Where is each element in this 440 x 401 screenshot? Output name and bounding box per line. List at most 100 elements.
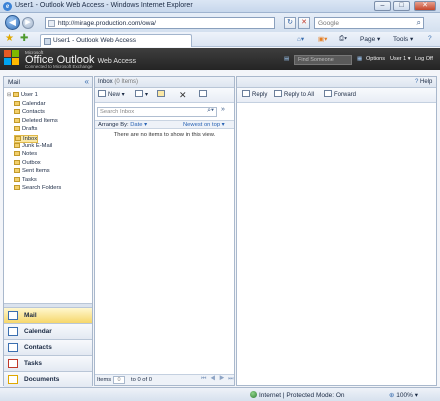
reading-header: ? Help <box>237 77 436 88</box>
title-bar: e User1 - Outlook Web Access - Windows I… <box>0 0 440 13</box>
product-suffix: Web Access <box>97 58 136 65</box>
folder-sent-items[interactable]: Sent Items <box>14 168 50 176</box>
print-button[interactable] <box>199 90 209 101</box>
folder-icon <box>14 109 20 115</box>
page-menu[interactable]: Page ▾ <box>360 35 380 43</box>
browser-tab[interactable]: User1 - Outlook Web Access <box>40 34 192 47</box>
reply-button-label: Reply <box>252 92 268 98</box>
folder-icon <box>14 117 20 123</box>
search-icon[interactable]: ⌕ <box>417 18 421 28</box>
feeds-icon[interactable]: ▣▾ <box>318 35 327 43</box>
help-icon: ? <box>415 79 419 85</box>
folder-search-folders[interactable]: Search Folders <box>14 185 61 193</box>
nav-tasks[interactable]: Tasks <box>4 355 92 371</box>
back-button[interactable]: ◀ <box>5 15 20 30</box>
print-icon[interactable]: ⎙▾ <box>339 35 347 43</box>
help-link[interactable]: ? Help <box>415 79 432 85</box>
stop-button[interactable]: ✕ <box>298 17 310 29</box>
arrange-by[interactable]: Arrange By: Date ▾ <box>98 122 147 128</box>
folder-icon <box>14 168 20 174</box>
folder-label: Tasks <box>22 176 37 183</box>
folder-notes[interactable]: Notes <box>14 151 37 159</box>
reply-all-button[interactable]: Reply to All <box>274 90 314 101</box>
nav-mail[interactable]: Mail <box>4 307 92 323</box>
address-book-icon[interactable]: ▤ <box>284 56 289 62</box>
refresh-button[interactable]: ↻ <box>284 17 296 29</box>
folder-label: Calendar <box>22 101 46 107</box>
options-icon[interactable]: ▦ <box>357 56 362 62</box>
pager-buttons[interactable]: ⏮ ◀ ▶ ⏭ <box>201 376 235 383</box>
address-field[interactable]: http://mirage.production.com/owa/ <box>45 17 275 29</box>
folder-inbox[interactable]: Inbox <box>14 134 39 143</box>
expand-icon[interactable]: ⊟ <box>7 92 11 98</box>
nav-label: Calendar <box>24 328 52 335</box>
expand-search-icon[interactable]: » <box>221 106 225 113</box>
folder-deleted-items[interactable]: Deleted Items <box>14 117 58 126</box>
reply-icon <box>242 90 250 97</box>
forward-button[interactable]: ▶ <box>22 17 34 29</box>
search-field[interactable]: Google ⌕ <box>314 17 424 29</box>
tab-label: User1 - Outlook Web Access <box>53 37 136 44</box>
zoom-level[interactable]: ⊕ 100% ▾ <box>389 391 418 399</box>
calendar-icon <box>8 327 18 336</box>
nav-calendar[interactable]: Calendar <box>4 323 92 339</box>
navigation-title: Mail <box>8 79 20 86</box>
folder-icon <box>14 159 20 165</box>
mail-icon <box>8 311 18 320</box>
move-to-folder-icon <box>157 90 165 97</box>
mailbox-root[interactable]: ⊟ User 1 <box>7 92 38 100</box>
items-label: Items <box>97 377 112 383</box>
mailbox-root-label: User 1 <box>20 92 38 98</box>
folder-icon <box>14 126 20 132</box>
search-icon[interactable]: ⌕▾ <box>207 107 214 115</box>
collapse-pane-icon[interactable]: « <box>85 77 89 86</box>
nav-contacts[interactable]: Contacts <box>4 339 92 355</box>
view-icon <box>135 90 143 97</box>
nav-documents[interactable]: Documents <box>4 371 92 387</box>
documents-icon <box>8 375 18 384</box>
items-start-field[interactable]: 0 <box>113 376 125 384</box>
folder-outbox[interactable]: Outbox <box>14 159 41 168</box>
navigation-pane: Mail « ⊟ User 1 Calendar Contacts Deleted … <box>3 76 93 387</box>
sort-order[interactable]: Newest on top ▾ <box>183 122 225 128</box>
message-list-header: Inbox (0 Items) <box>95 77 234 88</box>
tools-menu[interactable]: Tools ▾ <box>393 35 413 43</box>
folder-drafts[interactable]: Drafts <box>14 126 37 134</box>
globe-icon <box>250 391 257 398</box>
folder-junk-e-mail[interactable]: Junk E-Mail <box>14 143 52 151</box>
product-subtitle: Connected to Microsoft Exchange <box>25 64 93 69</box>
folder-contacts[interactable]: Contacts <box>14 109 45 117</box>
navigation-header: Mail « <box>4 77 92 88</box>
forward-button[interactable]: Forward <box>324 90 356 101</box>
folder-calendar[interactable]: Calendar <box>14 101 46 109</box>
maximize-button[interactable]: □ <box>393 1 410 11</box>
find-someone-field[interactable]: Find Someone <box>294 55 352 65</box>
security-zone[interactable]: Internet | Protected Mode: On <box>250 391 345 399</box>
folder-icon <box>14 101 20 106</box>
move-button[interactable] <box>157 90 167 101</box>
folder-label: Outbox <box>22 159 41 166</box>
favorites-star-icon[interactable]: ★ <box>5 34 14 44</box>
minimize-button[interactable]: – <box>374 1 391 11</box>
user-menu[interactable]: User 1 ▾ <box>390 56 411 62</box>
add-favorites-icon[interactable]: ✚ <box>20 34 28 44</box>
home-icon[interactable]: ⌂▾ <box>297 35 304 43</box>
options-link[interactable]: Options <box>366 56 385 62</box>
view-button[interactable]: ▾ <box>135 90 148 101</box>
folder-tasks[interactable]: Tasks <box>14 176 37 185</box>
delete-icon[interactable]: ✕ <box>179 90 187 101</box>
folder-label: Sent Items <box>22 168 50 175</box>
inbox-search-placeholder: Search Inbox <box>100 109 135 115</box>
arrange-value: Date ▾ <box>130 122 147 128</box>
new-button[interactable]: New ▾ <box>98 90 125 101</box>
log-off-link[interactable]: Log Off <box>415 56 433 62</box>
message-list-pane: Inbox (0 Items) New ▾ ▾ ✕ Search Inbox ⌕… <box>94 76 235 386</box>
help-icon[interactable]: ? <box>428 35 432 42</box>
folder-label: Inbox <box>23 135 38 142</box>
reply-button[interactable]: Reply <box>242 90 267 101</box>
address-toolbar: ◀ ▶ http://mirage.production.com/owa/ ↻ … <box>0 13 440 32</box>
inbox-search-field[interactable]: Search Inbox ⌕▾ <box>97 107 217 117</box>
tasks-icon <box>8 359 18 368</box>
tab-icon <box>44 38 51 45</box>
close-button[interactable]: ✕ <box>414 1 436 11</box>
